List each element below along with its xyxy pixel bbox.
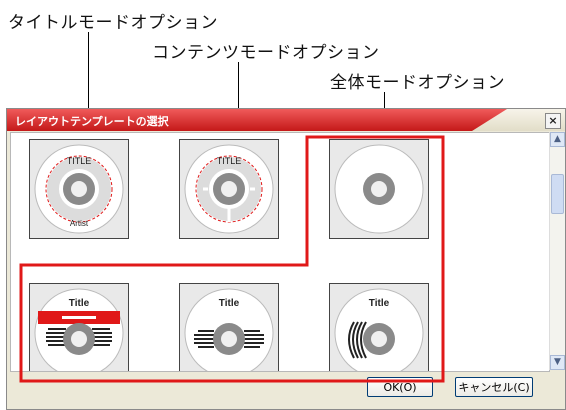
title-mode-callout: タイトルモードオプション bbox=[8, 13, 218, 33]
layout-template-dialog: レイアウトテンプレートの選択 × TITLE Artist TITLE Titl… bbox=[6, 108, 566, 410]
all-mode-callout: 全体モードオプション bbox=[330, 73, 505, 93]
highlight-frame bbox=[19, 135, 445, 383]
contents-mode-callout: コンテンツモードオプション bbox=[152, 43, 380, 63]
